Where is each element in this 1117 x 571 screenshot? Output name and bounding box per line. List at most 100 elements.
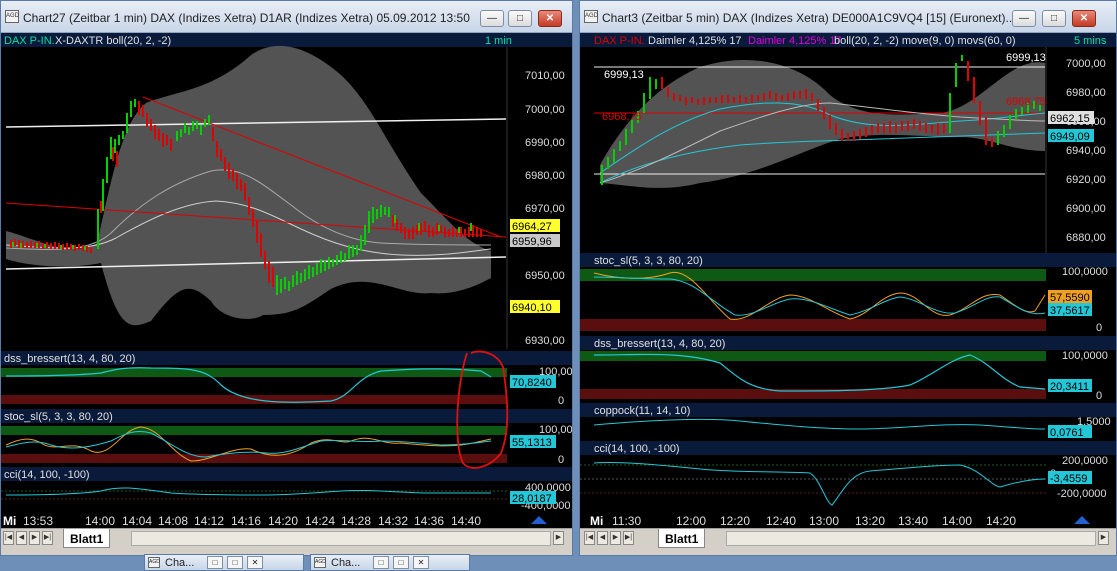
right-price-tick: 6900,00 (1066, 203, 1106, 215)
first-sheet-icon[interactable]: |◀ (584, 531, 595, 545)
right-titlebar[interactable]: AGD Chart3 (Zeitbar 5 min) DAX (Indizes … (580, 1, 1116, 33)
line-label-mid: 6968,75 (1006, 96, 1046, 108)
line-label-high: 6999,13 (604, 69, 644, 81)
dss-label: dss_bressert(13, 4, 80, 20) (4, 353, 135, 365)
left-dss-panel: dss_bressert(13, 4, 80, 20) 100,0000 0 7… (1, 351, 585, 407)
time-tick: 14:32 (378, 514, 408, 528)
maximize-button[interactable]: □ (227, 556, 243, 569)
time-tick: 11:30 (612, 514, 641, 528)
restore-button[interactable]: □ (207, 556, 223, 569)
right-cci-bottom-tick: -200,0000 (1057, 488, 1107, 500)
right-sheet-tabbar: |◀ ◀ ▶ ▶| Blatt1 ▶ (580, 528, 1116, 548)
scroll-marker-icon[interactable] (531, 516, 547, 524)
left-interval-label: 1 min (485, 35, 512, 47)
right-stoc-panel: stoc_sl(5, 3, 3, 80, 20) 100,0000 0 57,5… (580, 253, 1116, 334)
next-sheet-icon[interactable]: ▶ (29, 531, 40, 545)
left-sheet-tabbar: |◀ ◀ ▶ ▶| Blatt1 ▶ (1, 528, 572, 548)
cci-label: cci(14, 100, -100) (4, 469, 90, 481)
left-price-tick: 6980,00 (525, 170, 565, 182)
right-cci-top-tick: 200,0000 (1062, 455, 1108, 467)
close-button[interactable]: ✕ (413, 556, 429, 569)
close-button[interactable]: ✕ (538, 10, 562, 27)
right-time-axis: Mi 11:30 12:00 12:20 12:40 13:00 13:20 1… (580, 512, 1116, 528)
right-cci-label: cci(14, 100, -100) (594, 443, 680, 455)
coppock-label: coppock(11, 14, 10) (594, 405, 690, 417)
prev-sheet-icon[interactable]: ◀ (597, 531, 608, 545)
left-price-panel: 7010,00 7000,00 6990,00 6980,00 6970,00 … (5, 45, 572, 349)
minimize-button[interactable]: — (1012, 10, 1036, 27)
right-price-tick: 7000,00 (1066, 58, 1106, 70)
time-tick: 14:16 (231, 514, 261, 528)
chart-app-icon: AGD (314, 557, 326, 568)
last-sheet-icon[interactable]: ▶| (42, 531, 53, 545)
prev-sheet-icon[interactable]: ◀ (16, 531, 27, 545)
left-chart-window: AGD Chart27 (Zeitbar 1 min) DAX (Indizes… (0, 0, 585, 556)
time-axis-day: Mi (3, 514, 16, 528)
time-tick: 14:28 (341, 514, 371, 528)
time-tick: 14:04 (122, 514, 152, 528)
scroll-marker-icon[interactable] (1074, 516, 1090, 524)
time-tick: 13:00 (809, 514, 839, 528)
last-sheet-icon[interactable]: ▶| (623, 531, 634, 545)
sheet-tab-blatt1[interactable]: Blatt1 (658, 529, 706, 548)
minimized-chart-window[interactable]: AGD Cha... □ □ ✕ (310, 554, 470, 571)
last-price-badge: 6964,27 (512, 221, 552, 233)
left-instrument-label: DAX P-IN. (4, 35, 55, 47)
left-titlebar[interactable]: AGD Chart27 (Zeitbar 1 min) DAX (Indizes… (1, 1, 572, 33)
close-button[interactable]: ✕ (1072, 10, 1096, 27)
right-dss-bottom-tick: 0 (1096, 390, 1102, 402)
time-tick: 13:40 (898, 514, 928, 528)
right-horizontal-scrollbar[interactable] (726, 531, 1096, 546)
right-header-daimler2: Daimler 4,125% 17 (748, 35, 842, 47)
bollinger-band (6, 45, 491, 326)
left-header-indicators: X-DAXTR boll(20, 2, -2) (55, 35, 171, 47)
stoc-value-badge: 55,1313 (512, 437, 552, 449)
right-dss-top-tick: 100,0000 (1062, 350, 1108, 362)
right-chart-svg[interactable]: DAX P-IN. Daimler 4,125% 17 Daimler 4,12… (580, 33, 1116, 512)
time-tick: 13:53 (23, 514, 53, 528)
time-tick: 14:00 (85, 514, 115, 528)
left-price-tick: 7010,00 (525, 70, 565, 82)
stoc-bottom-tick: 0 (558, 454, 564, 466)
right-chart-area[interactable]: DAX P-IN. Daimler 4,125% 17 Daimler 4,12… (580, 33, 1116, 512)
left-chart-area[interactable]: DAX P-IN. X-DAXTR boll(20, 2, -2) 1 min (1, 33, 585, 512)
right-stoc-value-k: 57,5590 (1050, 292, 1090, 304)
chart-app-icon: AGD (148, 557, 160, 568)
stoc-top-tick: 100,0000 (539, 424, 572, 436)
dss-bottom-tick: 0 (558, 395, 564, 407)
left-horizontal-scrollbar[interactable] (131, 531, 551, 546)
chart-app-icon: AGD (584, 10, 598, 23)
left-chart-svg[interactable]: DAX P-IN. X-DAXTR boll(20, 2, -2) 1 min (1, 33, 585, 512)
scroll-right-icon[interactable]: ▶ (553, 531, 564, 545)
next-sheet-icon[interactable]: ▶ (610, 531, 621, 545)
right-header-daimler: Daimler 4,125% 17 (648, 35, 742, 47)
minimized-chart-window[interactable]: AGD Cha... □ □ ✕ (144, 554, 304, 571)
left-cci-panel: cci(14, 100, -100) 400,0000 -400,0000 28… (1, 467, 572, 512)
sheet-tab-blatt1[interactable]: Blatt1 (63, 529, 111, 548)
restore-button[interactable]: □ (373, 556, 389, 569)
minimize-button[interactable]: — (480, 10, 504, 27)
right-dss-value-badge: 20,3411 (1050, 381, 1089, 393)
left-price-tick: 6930,00 (525, 335, 565, 347)
maximize-button[interactable]: □ (393, 556, 409, 569)
right-instrument-label: DAX P-IN. (594, 35, 645, 47)
first-sheet-icon[interactable]: |◀ (3, 531, 14, 545)
time-tick: 14:00 (942, 514, 972, 528)
close-button[interactable]: ✕ (247, 556, 263, 569)
band-price-badge: 6959,96 (512, 236, 552, 248)
scroll-right-icon[interactable]: ▶ (1098, 531, 1109, 545)
maximize-button[interactable]: □ (1042, 10, 1066, 27)
left-price-tick: 6950,00 (525, 270, 565, 282)
right-chart-window: AGD Chart3 (Zeitbar 5 min) DAX (Indizes … (579, 0, 1117, 556)
time-tick: 14:24 (305, 514, 335, 528)
line-label-high: 6999,13 (1006, 52, 1046, 64)
maximize-button[interactable]: □ (508, 10, 532, 27)
right-price-tick: 6980,00 (1066, 87, 1106, 99)
right-stoc-value-d: 37,5617 (1050, 305, 1090, 317)
left-price-tick: 7000,00 (525, 104, 565, 116)
time-tick: 12:40 (766, 514, 796, 528)
left-time-axis: Mi 13:53 14:00 14:04 14:08 14:12 14:16 1… (1, 512, 572, 528)
minimized-window-title: Cha... (331, 557, 361, 569)
right-window-title: Chart3 (Zeitbar 5 min) DAX (Indizes Xetr… (602, 11, 1012, 25)
right-stoc-bottom-tick: 0 (1096, 322, 1102, 334)
